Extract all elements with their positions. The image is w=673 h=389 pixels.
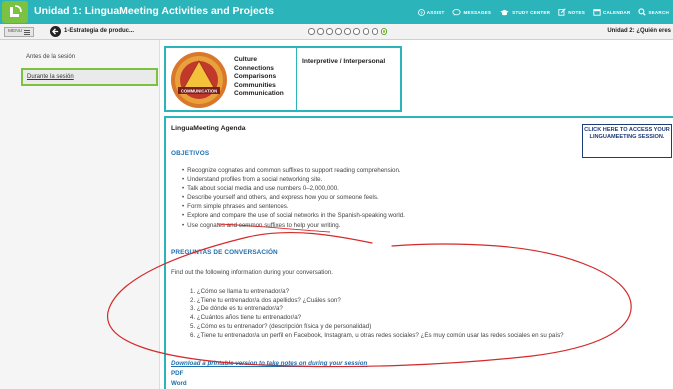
- page-dot[interactable]: [353, 28, 360, 35]
- logo-icon[interactable]: [2, 1, 28, 23]
- c-item: Comparisons: [234, 73, 277, 81]
- page-dot[interactable]: [362, 28, 370, 35]
- assist-icon: ?: [417, 8, 425, 16]
- c-item: Culture: [234, 56, 258, 63]
- calendar-icon: [593, 9, 601, 16]
- page-dot[interactable]: [326, 28, 333, 35]
- divider: [296, 48, 297, 110]
- study-center-button[interactable]: STUDY CENTER: [499, 9, 550, 16]
- pdf-link[interactable]: PDF: [171, 370, 183, 377]
- preguntas-heading: PREGUNTAS DE CONVERSACIÓN: [171, 249, 278, 256]
- menu-button[interactable]: MENU: [4, 27, 35, 37]
- page-dot[interactable]: [371, 28, 379, 35]
- communication-emblem: COMMUNICATION: [171, 52, 227, 108]
- calendar-button[interactable]: CALENDAR: [593, 8, 630, 16]
- c-item: Communication: [234, 90, 284, 98]
- list-item: Recognize cognates and common suffixes t…: [182, 166, 405, 175]
- list-item: 3. ¿De dónde es tu entrenador/a?: [190, 305, 283, 313]
- word-link[interactable]: Word: [171, 380, 187, 387]
- c-item: Connections: [234, 64, 274, 72]
- assist-label: ASSIST: [426, 9, 445, 15]
- sidebar-item-durante[interactable]: Durante la sesión: [21, 68, 158, 86]
- objetivos-heading: OBJETIVOS: [171, 150, 210, 157]
- notes-button[interactable]: NOTES: [558, 8, 585, 16]
- communication-modes: Interpretive / Interpersonal: [302, 58, 386, 65]
- lesson-toolbar: MENU 1-Estrategia de produc... Unidad 2:…: [0, 24, 673, 40]
- menu-label: MENU: [8, 29, 23, 34]
- page-dot[interactable]: [308, 28, 315, 35]
- instructions-text: Find out the following information durin…: [171, 269, 333, 276]
- list-item: 4. ¿Cuántos años tiene tu entrenador/a?: [190, 314, 302, 322]
- list-item: Use cognates and common suffixes to help…: [182, 221, 405, 230]
- search-button[interactable]: SEARCH: [638, 8, 669, 16]
- svg-text:?: ?: [420, 10, 423, 15]
- list-item: Describe yourself and others, and expres…: [182, 193, 405, 202]
- back-button[interactable]: [50, 26, 61, 37]
- hamburger-icon: [24, 29, 31, 35]
- agenda-box: LinguaMeeting Agenda CLICK HERE TO ACCES…: [164, 116, 673, 389]
- lesson-title: 1-Estrategia de produc...: [64, 28, 135, 34]
- c-item: Communities: [234, 81, 276, 89]
- list-item: 1. ¿Cómo se llama tu entrenador/a?: [190, 288, 290, 295]
- study-center-label: STUDY CENTER: [512, 9, 551, 15]
- sidebar: Antes de la sesión Durante la sesión: [0, 40, 160, 389]
- agenda-title: LinguaMeeting Agenda: [171, 125, 246, 132]
- study-center-icon: [500, 9, 509, 15]
- page-dot[interactable]: [335, 28, 342, 35]
- list-item: 2. ¿Tiene tu entrenador/a dos apellidos?…: [190, 296, 341, 304]
- list-item: Explore and compare the use of social ne…: [182, 211, 405, 220]
- messages-label: MESSAGES: [463, 9, 492, 15]
- list-item: 6. ¿Tiene tu entrenador/a un perfil en F…: [190, 331, 564, 339]
- app-title: Unidad 1: LinguaMeeting Activities and P…: [34, 5, 274, 17]
- assist-button[interactable]: ? ASSIST: [417, 8, 445, 16]
- page-dot[interactable]: [344, 28, 351, 35]
- objetivos-list: Recognize cognates and common suffixes t…: [182, 166, 405, 230]
- page-dot[interactable]: [317, 28, 324, 35]
- list-item: Talk about social media and use numbers …: [182, 184, 405, 193]
- search-label: SEARCH: [648, 9, 669, 15]
- calendar-label: CALENDAR: [603, 9, 631, 15]
- communication-box: COMMUNICATION Culture Connections Compar…: [164, 46, 402, 112]
- access-session-button[interactable]: CLICK HERE TO ACCESS YOUR LINGUAMEETING …: [582, 124, 672, 158]
- search-icon: [638, 8, 647, 16]
- list-item: 5. ¿Cómo es tu entrenador? (descripción …: [190, 322, 372, 330]
- page-dot-current[interactable]: [380, 28, 388, 35]
- download-printable-link[interactable]: Download a printable version to take not…: [171, 360, 367, 367]
- list-item: Understand profiles from a social networ…: [182, 175, 405, 184]
- notes-label: NOTES: [568, 9, 586, 15]
- unit-title: Unidad 2: ¿Quién eres: [607, 28, 671, 34]
- back-arrow-icon: [52, 28, 59, 35]
- top-bar: Unidad 1: LinguaMeeting Activities and P…: [0, 0, 673, 24]
- five-cs-list: Culture Connections Comparisons Communit…: [234, 56, 284, 99]
- notes-icon: [558, 8, 566, 16]
- list-item: Form simple phrases and sentences.: [182, 202, 405, 211]
- messages-button[interactable]: MESSAGES: [452, 8, 492, 16]
- messages-icon: [452, 8, 462, 16]
- emblem-label: COMMUNICATION: [181, 89, 217, 94]
- questions-list: 1. ¿Cómo se llama tu entrenador/a? 2. ¿T…: [190, 288, 564, 340]
- sidebar-item-antes[interactable]: Antes de la sesión: [26, 54, 75, 60]
- page-dots: [308, 28, 388, 35]
- sidebar-item-label: Durante la sesión: [27, 74, 74, 80]
- top-nav: ? ASSIST MESSAGES STUDY CENTER NOTES CAL…: [417, 0, 669, 24]
